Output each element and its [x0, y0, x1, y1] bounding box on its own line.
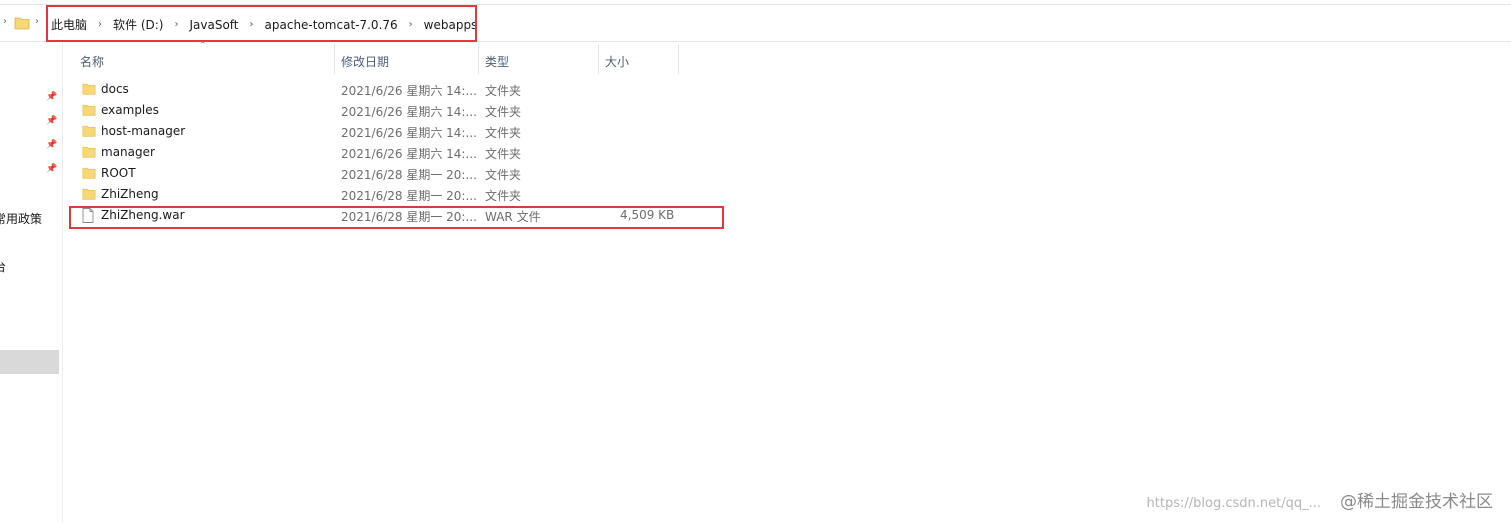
column-name-header[interactable]: 名称: [64, 44, 335, 74]
file-date: 2021/6/26 星期六 14:...: [341, 147, 477, 161]
watermark-brand: @稀土掘金技术社区: [1340, 492, 1493, 512]
list-item[interactable]: host-manager 2021/6/26 星期六 14:... 文件夹: [64, 121, 764, 142]
file-name: examples: [101, 103, 159, 117]
address-highlight-box: [46, 5, 477, 42]
file-type: 文件夹: [485, 189, 522, 203]
file-name: ZhiZheng: [101, 187, 159, 201]
column-size-label: 大小: [605, 55, 630, 69]
list-item[interactable]: ZhiZheng 2021/6/28 星期一 20:... 文件夹: [64, 184, 764, 205]
folder-icon: [82, 125, 96, 137]
file-type: 文件夹: [485, 105, 522, 119]
file-type: 文件夹: [485, 84, 522, 98]
pin-icon[interactable]: 📌: [46, 116, 57, 126]
list-item[interactable]: docs 2021/6/26 星期六 14:... 文件夹: [64, 79, 764, 100]
file-type: 文件夹: [485, 147, 522, 161]
navigation-pane: 📌 📌 📌 📌 常用政策 台 c: [0, 42, 63, 523]
pin-icon[interactable]: 📌: [46, 92, 57, 102]
file-name: manager: [101, 145, 155, 159]
file-date: 2021/6/28 星期一 20:...: [341, 168, 477, 182]
chevron-right-icon: ›: [3, 16, 7, 27]
list-item[interactable]: manager 2021/6/26 星期六 14:... 文件夹: [64, 142, 764, 163]
pin-icon[interactable]: 📌: [46, 164, 57, 174]
column-type-label: 类型: [485, 55, 510, 69]
folder-icon: [82, 83, 96, 95]
file-name: host-manager: [101, 124, 186, 138]
nav-item-selected[interactable]: [0, 350, 59, 374]
column-date-label: 修改日期: [341, 55, 390, 69]
nav-item-partial[interactable]: c: [0, 292, 1, 306]
column-header: 名称 修改日期 类型 大小: [64, 44, 684, 74]
file-type: 文件夹: [485, 126, 522, 140]
watermark-url: https://blog.csdn.net/qq_...: [1146, 496, 1321, 511]
column-name-label: 名称: [80, 55, 105, 69]
file-name: ROOT: [101, 166, 136, 180]
folder-icon: [82, 146, 96, 158]
list-item[interactable]: ROOT 2021/6/28 星期一 20:... 文件夹: [64, 163, 764, 184]
nav-item-policy[interactable]: 常用政策: [0, 210, 42, 227]
file-date: 2021/6/26 星期六 14:...: [341, 126, 477, 140]
file-date: 2021/6/28 星期一 20:...: [341, 189, 477, 203]
chevron-right-icon: ›: [35, 16, 39, 27]
pin-icon[interactable]: 📌: [46, 140, 57, 150]
file-name: docs: [101, 82, 129, 96]
column-type-header[interactable]: 类型: [478, 44, 599, 74]
column-date-header[interactable]: 修改日期: [334, 44, 479, 74]
file-date: 2021/6/26 星期六 14:...: [341, 84, 477, 98]
nav-item-partial[interactable]: 台: [0, 258, 6, 275]
list-item[interactable]: examples 2021/6/26 星期六 14:... 文件夹: [64, 100, 764, 121]
war-file-highlight-box: [69, 206, 724, 229]
folder-icon: [14, 17, 30, 30]
folder-icon: [82, 104, 96, 116]
folder-icon: [82, 188, 96, 200]
file-type: 文件夹: [485, 168, 522, 182]
folder-icon: [82, 167, 96, 179]
file-date: 2021/6/26 星期六 14:...: [341, 105, 477, 119]
column-size-header[interactable]: 大小: [598, 44, 679, 74]
